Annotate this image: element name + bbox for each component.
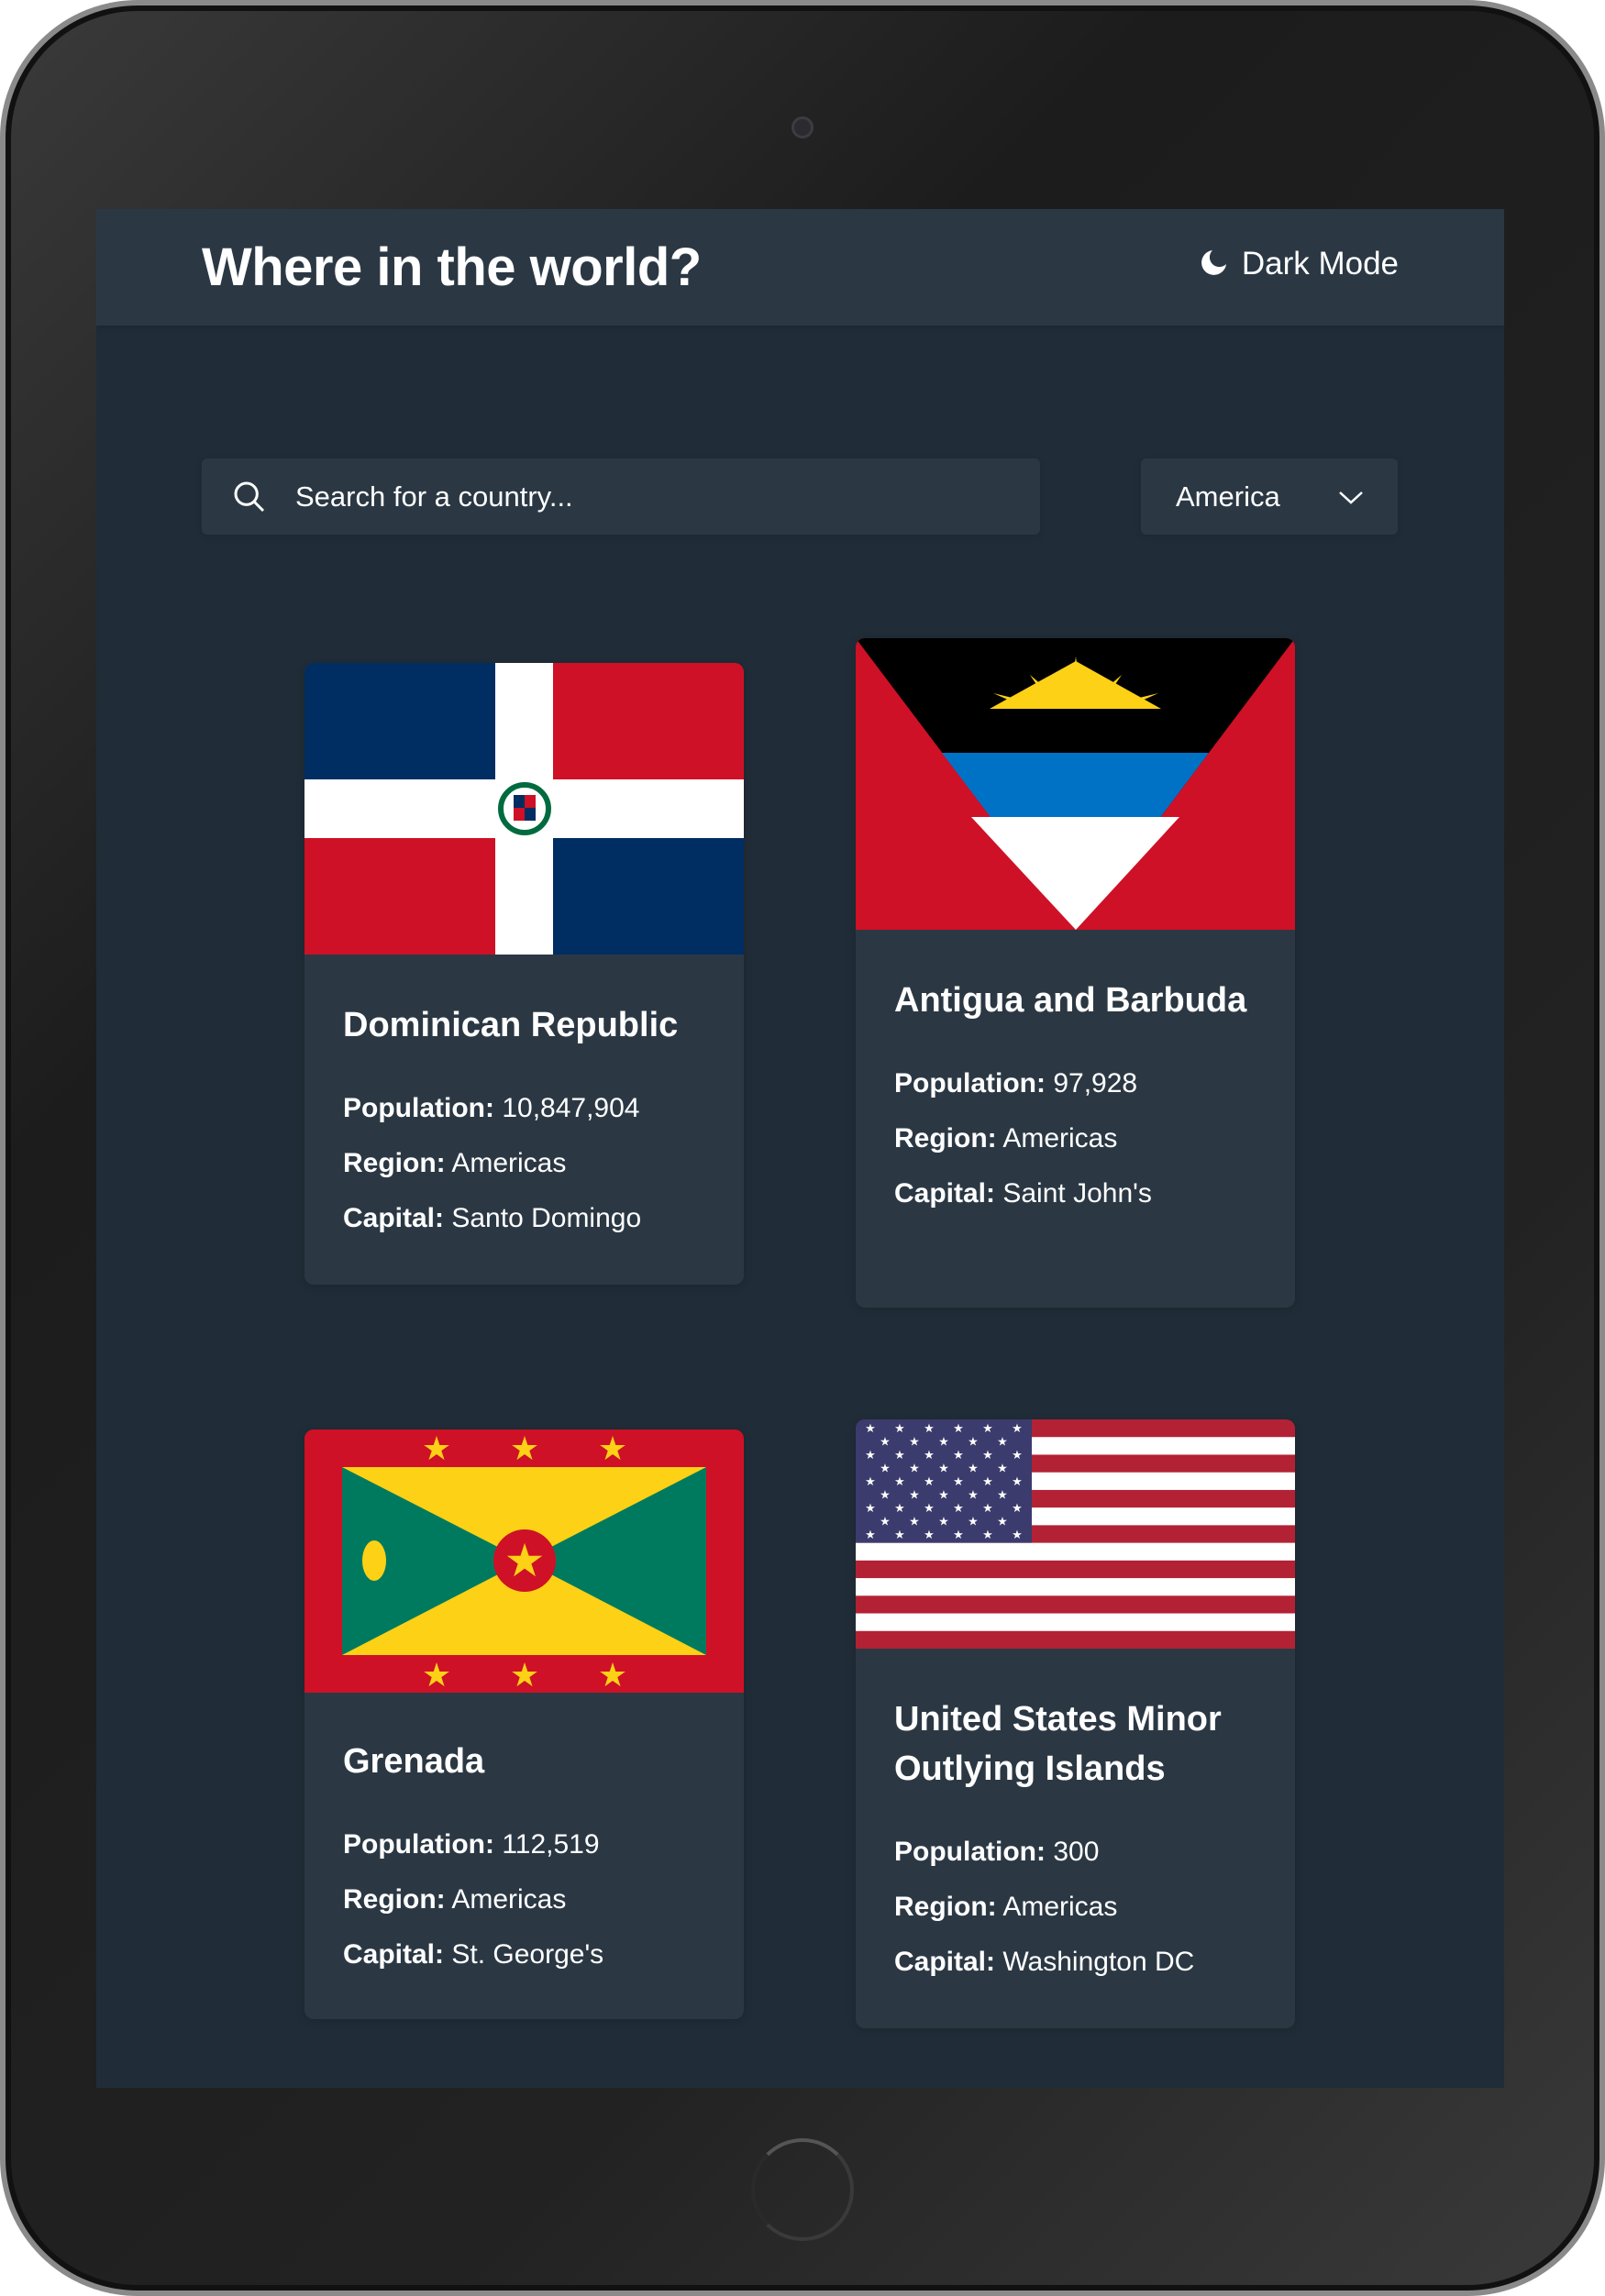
- svg-text:★: ★: [909, 1488, 920, 1502]
- svg-text:★: ★: [982, 1501, 993, 1515]
- population-row: Population: 97,928: [894, 1068, 1138, 1098]
- svg-text:★: ★: [938, 1435, 949, 1449]
- svg-text:★: ★: [938, 1462, 949, 1475]
- flag-dominican-republic: [304, 663, 744, 955]
- search-box[interactable]: [202, 458, 1040, 535]
- svg-text:★: ★: [865, 1421, 876, 1435]
- flag-antigua-and-barbuda: [856, 638, 1295, 930]
- svg-text:★: ★: [924, 1474, 935, 1488]
- svg-text:★: ★: [997, 1462, 1008, 1475]
- svg-text:★: ★: [880, 1435, 891, 1449]
- svg-text:★: ★: [968, 1462, 979, 1475]
- svg-text:★: ★: [953, 1448, 964, 1462]
- svg-text:★: ★: [953, 1474, 964, 1488]
- svg-text:★: ★: [953, 1528, 964, 1541]
- country-card[interactable]: Dominican Republic Population: 10,847,90…: [304, 663, 744, 1285]
- svg-text:★: ★: [1012, 1528, 1023, 1541]
- region-row: Region: Americas: [343, 1884, 567, 1915]
- app-screen: Where in the world? Dark Mode America Do…: [96, 209, 1504, 2088]
- dark-mode-toggle[interactable]: Dark Mode: [1196, 246, 1399, 282]
- svg-text:★: ★: [982, 1528, 993, 1541]
- search-icon: [234, 481, 265, 512]
- svg-text:★: ★: [894, 1501, 905, 1515]
- svg-text:★: ★: [924, 1501, 935, 1515]
- population-row: Population: 300: [894, 1837, 1100, 1867]
- svg-text:★: ★: [953, 1421, 964, 1435]
- region-row: Region: Americas: [343, 1148, 567, 1178]
- svg-text:★: ★: [598, 1656, 627, 1693]
- svg-text:★: ★: [982, 1474, 993, 1488]
- svg-text:★: ★: [982, 1448, 993, 1462]
- svg-text:★: ★: [880, 1488, 891, 1502]
- svg-text:★: ★: [909, 1462, 920, 1475]
- svg-text:★: ★: [865, 1474, 876, 1488]
- flag-grenada: ★ ★ ★ ★ ★ ★ ★: [304, 1429, 744, 1693]
- svg-text:★: ★: [968, 1435, 979, 1449]
- capital-row: Capital: Washington DC: [894, 1947, 1195, 1977]
- dark-mode-label: Dark Mode: [1241, 246, 1399, 281]
- svg-text:★: ★: [865, 1528, 876, 1541]
- svg-text:★: ★: [1012, 1474, 1023, 1488]
- svg-text:★: ★: [924, 1421, 935, 1435]
- country-card[interactable]: ★ ★ ★ ★ ★ ★ ★ Grenada Population: 112,519 Reg…: [304, 1429, 744, 2019]
- region-filter-value: America: [1176, 480, 1280, 513]
- svg-text:★: ★: [865, 1501, 876, 1515]
- svg-text:★: ★: [1012, 1501, 1023, 1515]
- chevron-down-icon: [1339, 491, 1363, 504]
- header: Where in the world? Dark Mode: [96, 209, 1504, 326]
- svg-text:★: ★: [422, 1429, 451, 1467]
- country-name[interactable]: Antigua and Barbuda: [894, 976, 1256, 1025]
- svg-text:★: ★: [894, 1448, 905, 1462]
- svg-text:★: ★: [894, 1474, 905, 1488]
- svg-text:★: ★: [982, 1421, 993, 1435]
- country-card[interactable]: ★ ★ ★ ★ ★ ★ ★ ★ ★ ★ ★ ★ ★ ★ ★ ★ ★ ★ ★ ★ ★ ★ ★ ★ ★ ★ ★ ★ ★ ★ ★ ★ ★ ★ ★ ★ ★ ★ ★ ★…: [856, 1419, 1295, 2028]
- svg-text:★: ★: [422, 1656, 451, 1693]
- country-card[interactable]: Antigua and Barbuda Population: 97,928 R…: [856, 638, 1295, 1308]
- population-row: Population: 10,847,904: [343, 1093, 640, 1123]
- svg-text:★: ★: [865, 1448, 876, 1462]
- svg-text:★: ★: [909, 1515, 920, 1529]
- svg-text:★: ★: [510, 1429, 539, 1467]
- svg-text:★: ★: [997, 1515, 1008, 1529]
- svg-text:★: ★: [894, 1421, 905, 1435]
- country-name[interactable]: United States Minor Outlying Islands: [894, 1694, 1256, 1794]
- svg-text:★: ★: [924, 1528, 935, 1541]
- svg-text:★: ★: [968, 1488, 979, 1502]
- home-button[interactable]: [751, 2138, 854, 2241]
- svg-text:★: ★: [997, 1435, 1008, 1449]
- svg-text:★: ★: [1012, 1448, 1023, 1462]
- capital-row: Capital: St. George's: [343, 1939, 604, 1970]
- region-filter-dropdown[interactable]: America: [1141, 458, 1398, 535]
- svg-text:★: ★: [924, 1448, 935, 1462]
- svg-text:★: ★: [968, 1515, 979, 1529]
- svg-text:★: ★: [997, 1488, 1008, 1502]
- svg-text:★: ★: [894, 1528, 905, 1541]
- svg-text:★: ★: [938, 1515, 949, 1529]
- flag-united-states: ★ ★ ★ ★ ★ ★★ ★ ★ ★ ★★ ★ ★ ★ ★ ★★ ★ ★ ★ ★★ ★ ★ ★ ★ ★★ ★ ★ ★ ★★ ★ ★ ★ ★ ★★…: [856, 1419, 1295, 1649]
- region-row: Region: Americas: [894, 1892, 1118, 1922]
- search-input[interactable]: [295, 480, 1011, 513]
- country-name[interactable]: Grenada: [343, 1737, 705, 1786]
- svg-text:★: ★: [938, 1488, 949, 1502]
- svg-text:★: ★: [909, 1435, 920, 1449]
- svg-text:★: ★: [1012, 1421, 1023, 1435]
- country-name[interactable]: Dominican Republic: [343, 1000, 705, 1050]
- capital-row: Capital: Saint John's: [894, 1178, 1152, 1209]
- page-title: Where in the world?: [202, 237, 702, 297]
- svg-text:★: ★: [880, 1462, 891, 1475]
- capital-row: Capital: Santo Domingo: [343, 1203, 642, 1233]
- moon-icon: [1201, 250, 1226, 275]
- svg-text:★: ★: [504, 1535, 546, 1586]
- population-row: Population: 112,519: [343, 1829, 600, 1860]
- svg-text:★: ★: [510, 1656, 539, 1693]
- svg-text:★: ★: [598, 1429, 627, 1467]
- region-row: Region: Americas: [894, 1123, 1118, 1154]
- camera-icon: [791, 116, 814, 138]
- svg-text:★: ★: [953, 1501, 964, 1515]
- svg-text:★: ★: [880, 1515, 891, 1529]
